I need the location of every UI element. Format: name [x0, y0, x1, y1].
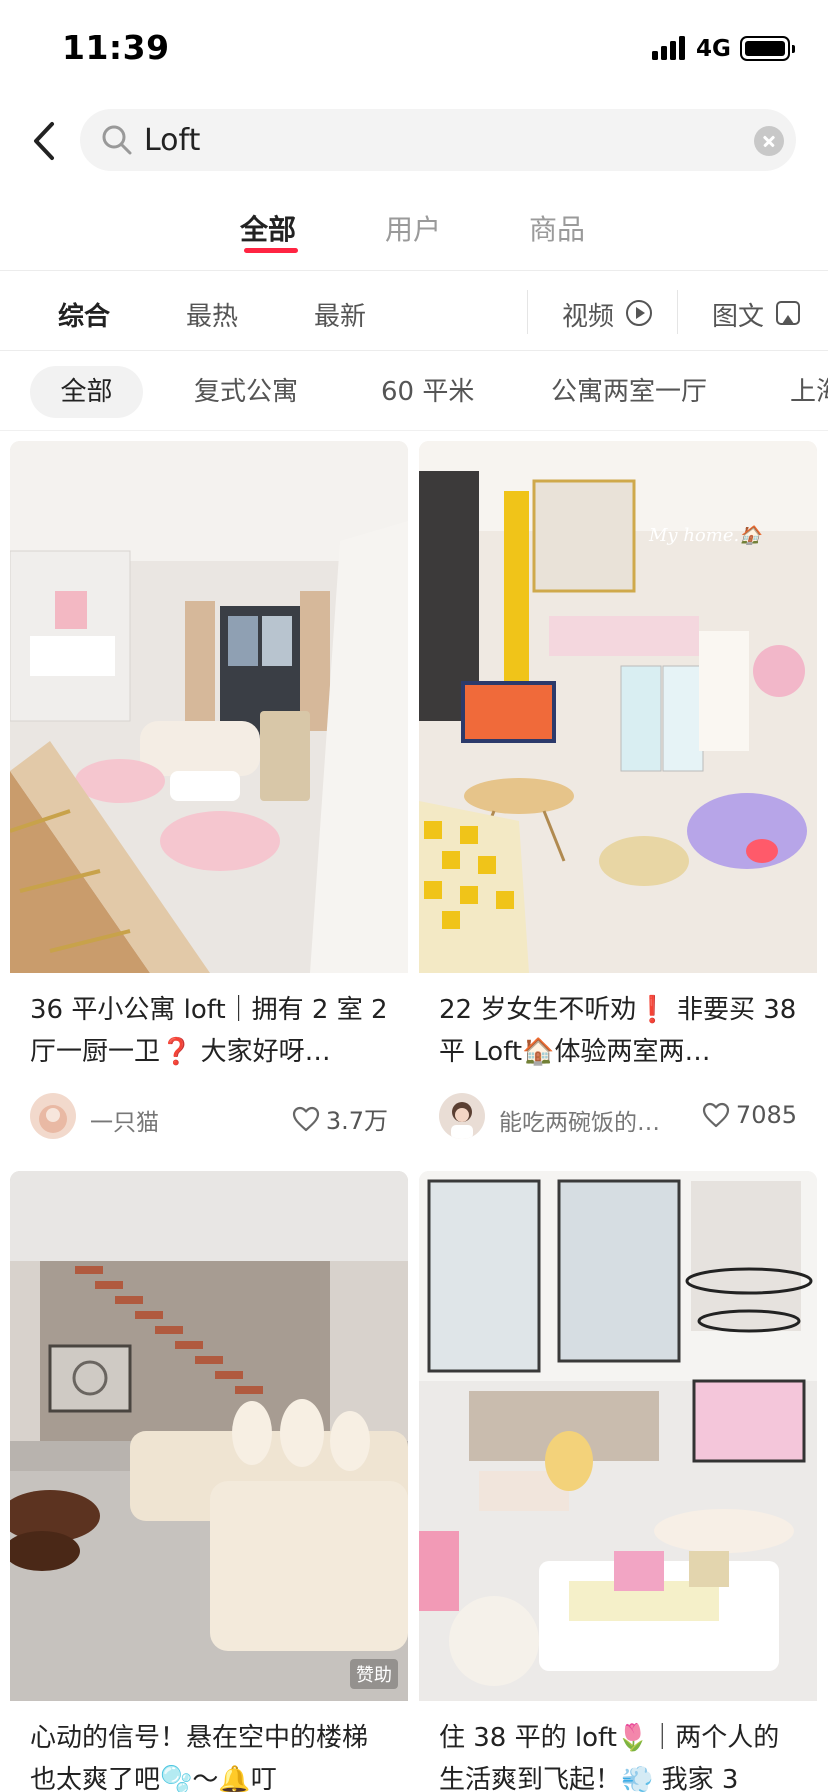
note-photo[interactable]: 赞助: [10, 1171, 408, 1701]
chip-duplex[interactable]: 复式公寓: [194, 366, 298, 418]
note-card[interactable]: My home.🏠 22 岁女生不听劝❗ 非要买 38 平 Loft🏠体验两室两…: [419, 441, 817, 1161]
note-photo[interactable]: [419, 1171, 817, 1701]
tab-products[interactable]: 商品: [529, 208, 585, 248]
avatar[interactable]: [439, 1093, 485, 1139]
note-card[interactable]: 36 平小公寓 loft｜拥有 2 室 2 厅一厨一卫❓ 大家好呀… 一只猫 3…: [10, 441, 408, 1161]
note-title[interactable]: 36 平小公寓 loft｜拥有 2 室 2 厅一厨一卫❓ 大家好呀…: [30, 989, 390, 1073]
back-button[interactable]: [26, 118, 66, 164]
avatar[interactable]: [30, 1093, 76, 1139]
play-circle-icon: [626, 300, 652, 326]
like-count: 7085: [735, 1101, 797, 1129]
sort-hottest[interactable]: 最热: [186, 296, 238, 333]
sponsor-badge: 赞助: [350, 1659, 398, 1689]
search-bar[interactable]: Loft: [80, 109, 796, 171]
chevron-left-icon: [34, 122, 54, 160]
divider: [0, 430, 828, 431]
divider: [0, 350, 828, 351]
filter-video[interactable]: 视频: [562, 296, 614, 333]
heart-icon: [292, 1106, 319, 1131]
tab-all[interactable]: 全部: [240, 208, 296, 248]
chip-two-bedroom[interactable]: 公寓两室一厅: [551, 366, 707, 418]
tab-users[interactable]: 用户: [385, 208, 441, 248]
filter-image-text[interactable]: 图文: [712, 296, 764, 333]
divider: [0, 270, 828, 271]
divider: [527, 290, 528, 334]
note-card[interactable]: 住 38 平的 loft🌷｜两个人的生活爽到飞起！💨 我家 3: [419, 1171, 817, 1792]
note-title[interactable]: 心动的信号！悬在空中的楼梯也太爽了吧🫧～🔔叮: [30, 1717, 390, 1792]
image-icon: [776, 301, 800, 325]
author-name[interactable]: 一只猫: [90, 1103, 159, 1137]
note-title[interactable]: 住 38 平的 loft🌷｜两个人的生活爽到飞起！💨 我家 3: [439, 1717, 799, 1792]
chip-all[interactable]: 全部: [30, 366, 143, 418]
battery-icon: [740, 36, 795, 61]
active-tab-indicator: [244, 248, 298, 253]
like-count: 3.7万: [325, 1107, 388, 1135]
clear-icon[interactable]: [754, 126, 784, 156]
search-icon: [102, 125, 132, 155]
chip-shanghai[interactable]: 上海: [790, 366, 828, 418]
note-card[interactable]: 赞助 心动的信号！悬在空中的楼梯也太爽了吧🫧～🔔叮: [10, 1171, 408, 1792]
sort-comprehensive[interactable]: 综合: [58, 296, 110, 333]
network-label: 4G: [696, 36, 731, 62]
like-button[interactable]: 3.7万: [292, 1101, 388, 1136]
chip-60sqm[interactable]: 60 平米: [381, 366, 474, 418]
status-bar: 11:39 4G: [0, 0, 828, 100]
note-photo[interactable]: [10, 441, 408, 973]
sort-newest[interactable]: 最新: [314, 296, 366, 333]
author-name[interactable]: 能吃两碗饭的…: [499, 1103, 660, 1137]
heart-icon: [702, 1102, 730, 1128]
status-time: 11:39: [62, 28, 170, 67]
like-button[interactable]: 7085: [702, 1101, 797, 1129]
divider: [677, 290, 678, 334]
note-title[interactable]: 22 岁女生不听劝❗ 非要买 38 平 Loft🏠体验两室两…: [439, 989, 799, 1073]
photo-caption: My home.🏠: [648, 525, 765, 546]
signal-icon: [652, 36, 688, 60]
note-photo[interactable]: My home.🏠: [419, 441, 817, 973]
search-input[interactable]: Loft: [144, 123, 200, 158]
